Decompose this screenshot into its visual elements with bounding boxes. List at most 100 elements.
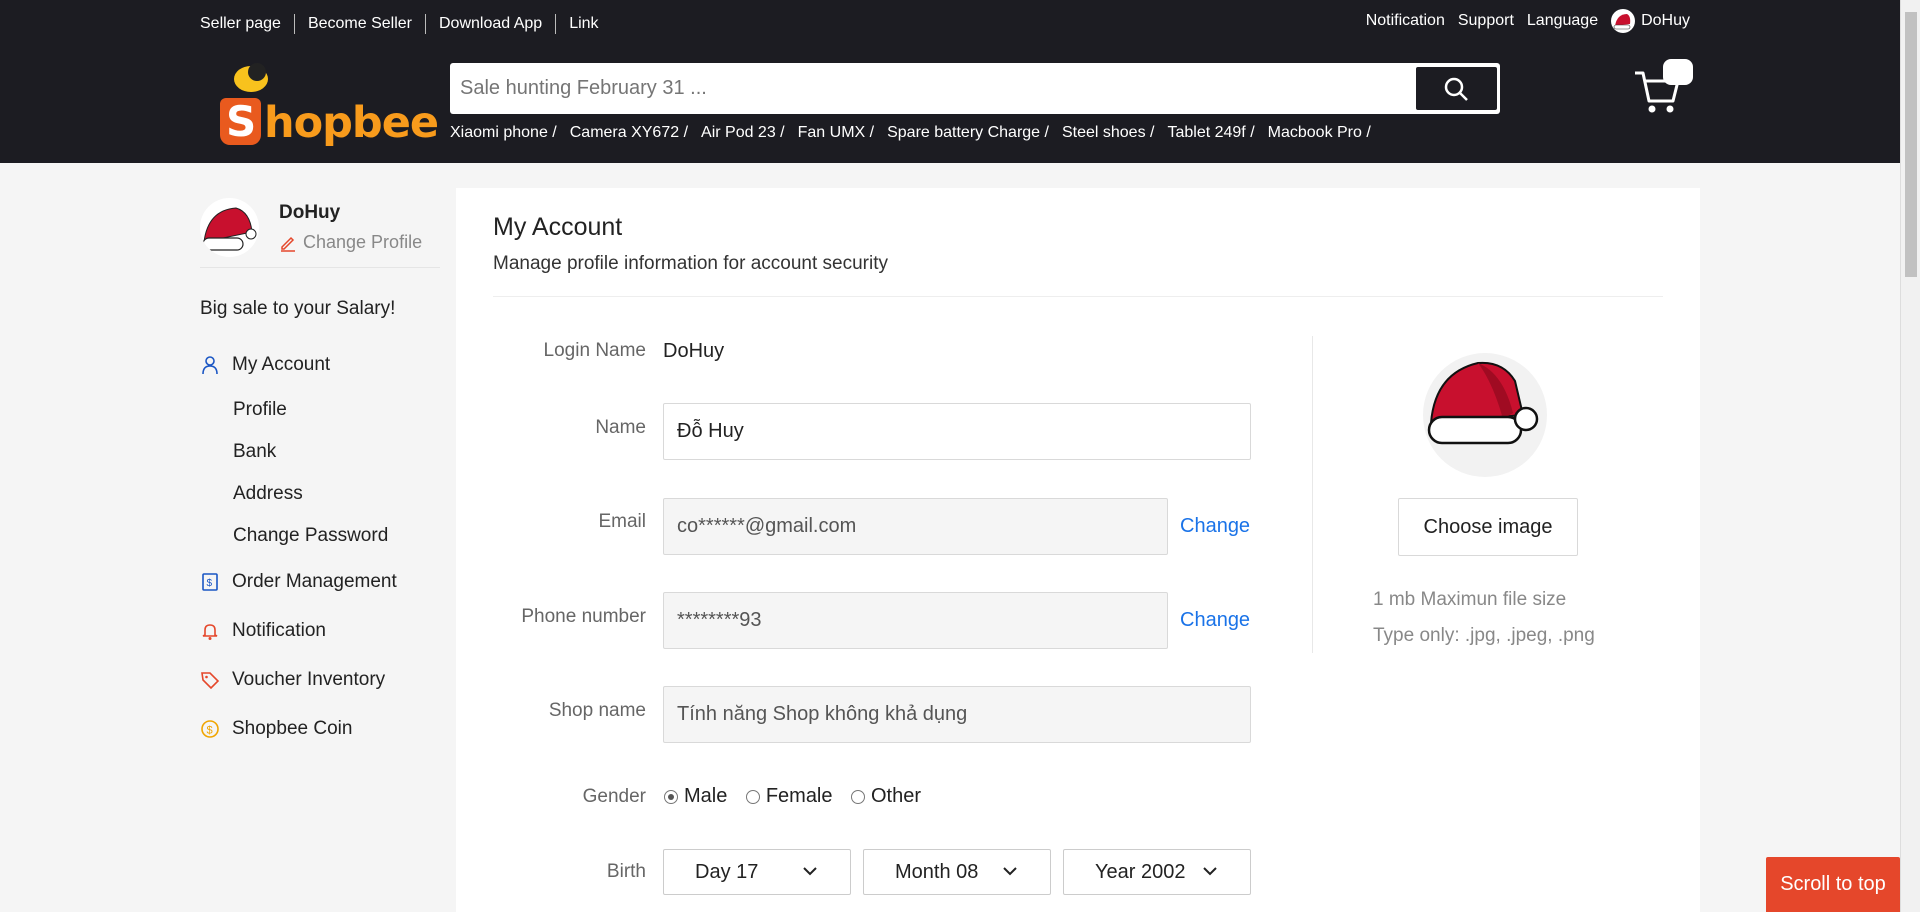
suggestion-item[interactable]: Fan UMX / — [798, 124, 874, 142]
search-input[interactable] — [460, 71, 1310, 105]
sidebar-item-order-management[interactable]: $ Order Management — [200, 557, 440, 606]
radio-button[interactable] — [664, 789, 678, 804]
top-right-links: Notification Support Language DoHuy — [1366, 9, 1690, 33]
phone-field[interactable]: ********93 — [663, 592, 1168, 649]
sidebar-item-label: Notification — [232, 619, 326, 641]
vertical-divider — [1312, 336, 1313, 653]
logo-letter: S — [226, 97, 257, 146]
phone-label: Phone number — [521, 606, 646, 627]
sidebar-promo[interactable]: Big sale to your Salary! — [200, 298, 440, 320]
language-link[interactable]: Language — [1527, 12, 1598, 30]
bee-icon — [234, 63, 268, 92]
select-value: Day 17 — [695, 860, 759, 883]
sidebar: DoHuy Change Profile Big sale to your Sa… — [200, 198, 440, 753]
gender-female-radio[interactable]: Female — [745, 785, 833, 808]
gender-other-radio[interactable]: Other — [850, 785, 921, 808]
scroll-to-top-button[interactable]: Scroll to top — [1766, 857, 1900, 912]
birth-month-select[interactable]: Month 08 — [863, 849, 1051, 895]
download-app-link[interactable]: Download App — [439, 15, 542, 33]
file-size-note: 1 mb Maximun file size — [1373, 589, 1567, 610]
support-link[interactable]: Support — [1458, 12, 1514, 30]
page-subtitle: Manage profile information for account s… — [493, 253, 888, 274]
sidebar-user-info: DoHuy Change Profile — [279, 202, 422, 253]
sidebar-item-label: My Account — [232, 353, 331, 375]
radio-label: Female — [765, 785, 833, 807]
divider — [425, 14, 426, 34]
gender-radio-group: Male Female Other — [664, 785, 935, 809]
search-button[interactable] — [1416, 67, 1497, 110]
suggestion-item[interactable]: Camera XY672 / — [570, 124, 688, 142]
email-label: Email — [598, 511, 646, 532]
suggestion-item[interactable]: Xiaomi phone / — [450, 124, 557, 142]
pencil-icon — [281, 236, 295, 252]
suggestion-item[interactable]: Air Pod 23 / — [701, 124, 785, 142]
file-type-note: Type only: .jpg, .jpeg, .png — [1373, 625, 1595, 646]
top-links: Seller page Become Seller Download App L… — [200, 14, 599, 34]
radio-label: Male — [684, 785, 728, 807]
sidebar-item-change-password[interactable]: Change Password — [200, 515, 440, 557]
suggestion-item[interactable]: Tablet 249f / — [1167, 124, 1254, 142]
radio-button[interactable] — [745, 789, 760, 804]
cart-button[interactable] — [1633, 59, 1693, 114]
change-profile-label: Change Profile — [303, 232, 423, 252]
chevron-down-icon — [1003, 867, 1017, 876]
become-seller-link[interactable]: Become Seller — [308, 15, 412, 33]
shopbee-logo[interactable]: S hopbee — [209, 63, 439, 148]
login-name-label: Login Name — [543, 340, 646, 361]
header: Seller page Become Seller Download App L… — [0, 0, 1900, 163]
scrollbar-thumb[interactable] — [1905, 12, 1917, 277]
logo-text: hopbee — [264, 98, 439, 148]
link-link[interactable]: Link — [569, 15, 598, 33]
chevron-down-icon — [1203, 867, 1217, 876]
divider — [493, 296, 1663, 297]
sidebar-item-label: Voucher Inventory — [232, 668, 386, 690]
suggestion-item[interactable]: Macbook Pro / — [1268, 124, 1371, 142]
name-field[interactable]: Đỗ Huy — [663, 403, 1251, 460]
santa-hat-icon — [1427, 361, 1539, 445]
tag-icon — [201, 671, 220, 689]
change-email-link[interactable]: Change — [1180, 515, 1250, 538]
page-title: My Account — [493, 213, 623, 241]
radio-label: Other — [870, 785, 921, 807]
gender-male-radio[interactable]: Male — [664, 785, 727, 808]
suggestion-item[interactable]: Steel shoes / — [1062, 124, 1155, 142]
sidebar-item-address[interactable]: Address — [200, 473, 440, 515]
svg-text:$: $ — [207, 578, 213, 589]
page-scrollbar[interactable] — [1900, 0, 1920, 912]
change-phone-link[interactable]: Change — [1180, 609, 1250, 632]
divider — [555, 14, 557, 34]
divider — [293, 14, 295, 34]
user-menu[interactable]: DoHuy — [1611, 9, 1690, 33]
username: DoHuy — [1641, 12, 1690, 29]
sidebar-username: DoHuy — [279, 202, 341, 223]
sidebar-item-profile[interactable]: Profile — [200, 389, 440, 431]
svg-text:$: $ — [207, 724, 213, 736]
chevron-down-icon — [803, 867, 817, 876]
name-label: Name — [595, 417, 646, 438]
suggestion-item[interactable]: Spare battery Charge / — [887, 124, 1049, 142]
search-suggestions: Xiaomi phone / Camera XY672 / Air Pod 23… — [450, 124, 1371, 142]
search-bar — [450, 63, 1500, 114]
seller-page-link[interactable]: Seller page — [200, 15, 281, 33]
shop-name-field[interactable]: Tính năng Shop không khả dụng — [663, 686, 1251, 743]
login-name-value: DoHuy — [663, 340, 725, 362]
email-field[interactable]: co******@gmail.com — [663, 498, 1168, 555]
sidebar-item-notification[interactable]: Notification — [200, 606, 440, 655]
sidebar-item-my-account[interactable]: My Account — [200, 340, 440, 389]
select-value: Year 2002 — [1095, 860, 1186, 883]
coin-icon: $ — [201, 719, 219, 738]
sidebar-item-bank[interactable]: Bank — [200, 431, 440, 473]
sidebar-user: DoHuy Change Profile — [200, 198, 440, 268]
birth-year-select[interactable]: Year 2002 — [1063, 849, 1251, 895]
profile-avatar — [1423, 353, 1547, 477]
birth-day-select[interactable]: Day 17 — [663, 849, 851, 895]
choose-image-button[interactable]: Choose image — [1398, 498, 1578, 556]
sidebar-item-label: Shopbee Coin — [232, 717, 353, 739]
santa-hat-icon — [1611, 9, 1636, 33]
radio-button[interactable] — [850, 789, 865, 804]
avatar[interactable] — [200, 198, 259, 257]
change-profile-link[interactable]: Change Profile — [279, 232, 422, 253]
notification-link[interactable]: Notification — [1366, 12, 1445, 30]
sidebar-item-voucher-inventory[interactable]: Voucher Inventory — [200, 655, 440, 704]
sidebar-item-shopbee-coin[interactable]: $ Shopbee Coin — [200, 704, 440, 753]
